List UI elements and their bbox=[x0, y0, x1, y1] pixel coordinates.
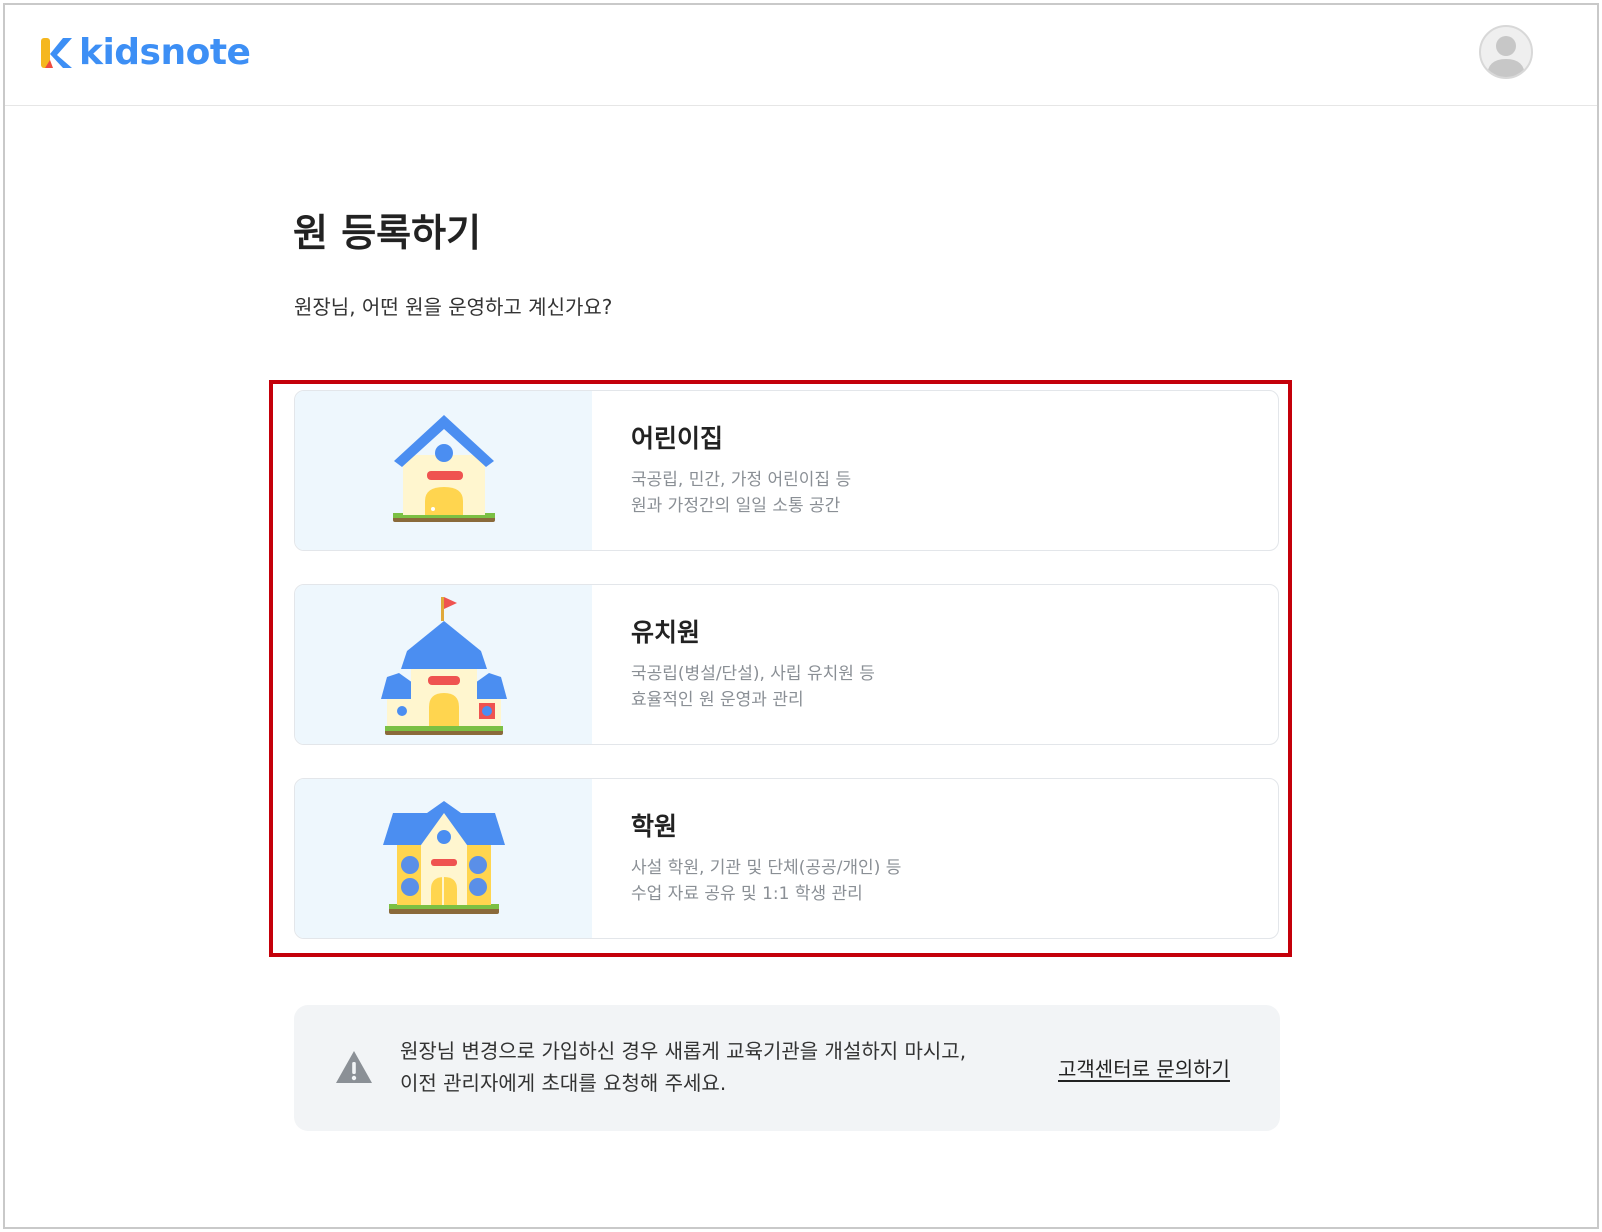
option-title: 어린이집 bbox=[631, 424, 724, 453]
app-window: kidsnote 원 등록하기 원장님, 어떤 원을 운영하고 계신가요? 어린… bbox=[3, 3, 1599, 1229]
option-desc-line: 국공립, 민간, 가정 어린이집 등 bbox=[631, 470, 852, 490]
top-header: kidsnote bbox=[5, 5, 1597, 106]
option-card-academy[interactable]: 학원 사설 학원, 기관 및 단체(공공/개인) 등 수업 자료 공유 및 1:… bbox=[294, 778, 1279, 939]
option-description: 사설 학원, 기관 및 단체(공공/개인) 등 수업 자료 공유 및 1:1 학… bbox=[631, 855, 901, 907]
option-thumbnail bbox=[295, 779, 592, 938]
notice-message: 원장님 변경으로 가입하신 경우 새롭게 교육기관을 개설하지 마시고, 이전 … bbox=[400, 1035, 966, 1099]
logo-wordmark: kidsnote bbox=[79, 32, 251, 73]
option-description: 국공립, 민간, 가정 어린이집 등 원과 가정간의 일일 소통 공간 bbox=[631, 467, 851, 519]
page-title: 원 등록하기 bbox=[293, 211, 482, 255]
user-avatar-icon bbox=[1487, 36, 1525, 77]
user-avatar-button[interactable] bbox=[1479, 25, 1533, 79]
academy-building-icon bbox=[383, 801, 505, 914]
notice-line: 원장님 변경으로 가입하신 경우 새롭게 교육기관을 개설하지 마시고, bbox=[400, 1039, 967, 1063]
option-card-kindergarten[interactable]: 유치원 국공립(병설/단설), 사립 유치원 등 효율적인 원 운영과 관리 bbox=[294, 584, 1279, 745]
customer-center-link[interactable]: 고객센터로 문의하기 bbox=[1058, 1055, 1230, 1083]
option-thumbnail bbox=[295, 391, 592, 550]
kidsnote-logo[interactable]: kidsnote bbox=[39, 32, 251, 73]
daycare-house-icon bbox=[393, 415, 495, 522]
option-desc-line: 국공립(병설/단설), 사립 유치원 등 bbox=[631, 664, 875, 684]
option-description: 국공립(병설/단설), 사립 유치원 등 효율적인 원 운영과 관리 bbox=[631, 661, 875, 713]
option-card-daycare[interactable]: 어린이집 국공립, 민간, 가정 어린이집 등 원과 가정간의 일일 소통 공간 bbox=[294, 390, 1279, 551]
kindergarten-building-icon bbox=[381, 597, 507, 735]
option-desc-line: 수업 자료 공유 및 1:1 학생 관리 bbox=[631, 884, 863, 904]
option-desc-line: 원과 가정간의 일일 소통 공간 bbox=[631, 496, 841, 516]
option-title: 유치원 bbox=[631, 618, 701, 647]
kidsnote-k-icon bbox=[41, 38, 72, 68]
warning-triangle-icon bbox=[336, 1051, 372, 1083]
option-desc-line: 효율적인 원 운영과 관리 bbox=[631, 690, 804, 710]
option-title: 학원 bbox=[631, 812, 678, 841]
notice-line: 이전 관리자에게 초대를 요청해 주세요. bbox=[400, 1071, 727, 1095]
option-desc-line: 사설 학원, 기관 및 단체(공공/개인) 등 bbox=[631, 858, 902, 878]
notice-box: 원장님 변경으로 가입하신 경우 새롭게 교육기관을 개설하지 마시고, 이전 … bbox=[294, 1005, 1280, 1131]
page-subtitle: 원장님, 어떤 원을 운영하고 계신가요? bbox=[294, 295, 613, 319]
option-thumbnail bbox=[295, 585, 592, 744]
